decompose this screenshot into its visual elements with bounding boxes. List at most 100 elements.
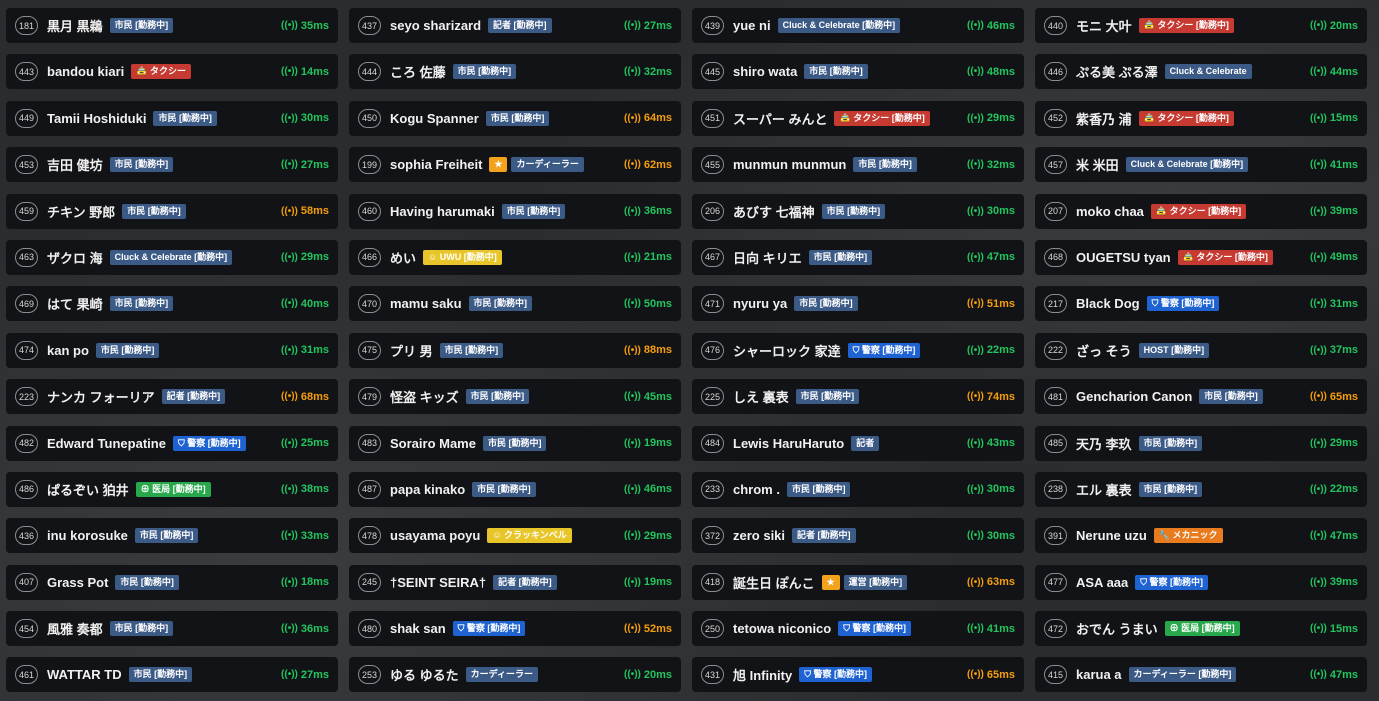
player-card[interactable]: 474 kan po 市民 [勤務中] ((•)) 31ms: [6, 332, 338, 368]
player-card[interactable]: 451 スーパー みんと 🚖 タクシー [勤務中] ((•)) 29ms: [692, 100, 1024, 136]
player-card[interactable]: 418 誕生日 ぽんこ ★ 運営 [勤務中] ((•)) 63ms: [692, 564, 1024, 600]
job-badge: ⊕ 医局 [勤務中]: [135, 481, 211, 497]
player-card[interactable]: 250 tetowa niconico ⛉ 警察 [勤務中] ((•)) 41ms: [692, 611, 1024, 647]
player-card[interactable]: 476 シャーロック 家逹 ⛉ 警察 [勤務中] ((•)) 22ms: [692, 332, 1024, 368]
ping-value: 29ms: [643, 529, 672, 542]
job-badge: 市民 [勤務中]: [439, 342, 504, 358]
player-card[interactable]: 482 Edward Tunepatine ⛉ 警察 [勤務中] ((•)) 25ms: [6, 425, 338, 461]
player-card[interactable]: 472 おでん うまい ⊕ 医局 [勤務中] ((•)) 15ms: [1035, 611, 1367, 647]
job-badges: ⛉ 警察 [勤務中]: [1135, 574, 1209, 590]
ping-indicator: ((•)) 37ms: [1310, 344, 1358, 356]
player-card[interactable]: 415 karua a カーディーラー [勤務中] ((•)) 47ms: [1035, 657, 1367, 693]
player-card[interactable]: 467 日向 キリエ 市民 [勤務中] ((•)) 47ms: [692, 239, 1024, 275]
player-card[interactable]: 480 shak san ⛉ 警察 [勤務中] ((•)) 52ms: [349, 611, 681, 647]
player-card[interactable]: 445 shiro wata 市民 [勤務中] ((•)) 48ms: [692, 54, 1024, 90]
player-name: Grass Pot: [47, 574, 109, 590]
player-card[interactable]: 391 Nerune uzu 🔧 メカニック ((•)) 47ms: [1035, 518, 1367, 554]
player-card[interactable]: 199 sophia Freiheit ★ カーディーラー ((•)) 62ms: [349, 147, 681, 183]
player-card[interactable]: 461 WATTAR TD 市民 [勤務中] ((•)) 27ms: [6, 657, 338, 693]
player-id: 457: [1044, 155, 1067, 175]
player-card[interactable]: 238 エル 裏表 市民 [勤務中] ((•)) 22ms: [1035, 471, 1367, 507]
player-card[interactable]: 217 Black Dog ⛉ 警察 [勤務中] ((•)) 31ms: [1035, 286, 1367, 322]
player-card[interactable]: 483 Sorairo Mame 市民 [勤務中] ((•)) 19ms: [349, 425, 681, 461]
job-badges: ⊕ 医局 [勤務中]: [1164, 621, 1240, 637]
player-name: しえ 裏表: [733, 390, 789, 406]
player-card[interactable]: 459 チキン 野郎 市民 [勤務中] ((•)) 58ms: [6, 193, 338, 229]
player-card[interactable]: 470 mamu saku 市民 [勤務中] ((•)) 50ms: [349, 286, 681, 322]
player-card[interactable]: 479 怪盗 キッズ 市民 [勤務中] ((•)) 45ms: [349, 379, 681, 415]
ping-indicator: ((•)) 58ms: [281, 205, 329, 217]
ping-value: 29ms: [300, 251, 329, 264]
player-card[interactable]: 463 ザクロ 海 Cluck & Celebrate [勤務中] ((•)) 29ms: [6, 239, 338, 275]
player-card[interactable]: 485 天乃 李玖 市民 [勤務中] ((•)) 29ms: [1035, 425, 1367, 461]
player-id: 418: [701, 572, 724, 592]
player-card[interactable]: 431 旭 Infinity ⛉ 警察 [勤務中] ((•)) 65ms: [692, 657, 1024, 693]
ping-value: 44ms: [1329, 65, 1358, 78]
player-card[interactable]: 475 プリ 男市民 [勤務中] ((•)) 88ms: [349, 332, 681, 368]
player-card[interactable]: 253 ゆる ゆるた カーディーラー ((•)) 20ms: [349, 657, 681, 693]
player-card[interactable]: 471 nyuru ya 市民 [勤務中] ((•)) 51ms: [692, 286, 1024, 322]
player-name: kan po: [47, 342, 89, 358]
ping-indicator: ((•)) 47ms: [967, 251, 1015, 263]
job-badge: 記者 [勤務中]: [161, 389, 226, 405]
job-badges: ⛉ 警察 [勤務中]: [1146, 296, 1220, 312]
player-card[interactable]: 436 inu korosuke 市民 [勤務中] ((•)) 33ms: [6, 518, 338, 554]
ping-value: 48ms: [986, 65, 1015, 78]
player-card[interactable]: 245 †SEINT SEIRA† 記者 [勤務中] ((•)) 19ms: [349, 564, 681, 600]
player-card[interactable]: 223 ナンカ フォーリア 記者 [勤務中] ((•)) 68ms: [6, 379, 338, 415]
job-badge: 記者 [勤務中]: [493, 574, 557, 590]
player-card[interactable]: 460 Having harumaki 市民 [勤務中] ((•)) 36ms: [349, 193, 681, 229]
job-badge: 市民 [勤務中]: [122, 203, 186, 219]
player-card[interactable]: 481 Gencharion Canon 市民 [勤務中] ((•)) 65ms: [1035, 379, 1367, 415]
player-card[interactable]: 453 吉田 健坊 市民 [勤務中] ((•)) 27ms: [6, 147, 338, 183]
job-badge: 市民 [勤務中]: [452, 64, 517, 80]
player-card[interactable]: 469 はて 果崎 市民 [勤務中] ((•)) 40ms: [6, 286, 338, 322]
player-card[interactable]: 454 風雅 奏都 市民 [勤務中] ((•)) 36ms: [6, 611, 338, 647]
player-card[interactable]: 457 米 米田 Cluck & Celebrate [勤務中] ((•)) 41ms: [1035, 147, 1367, 183]
player-card[interactable]: 437 seyo sharizard 記者 [勤務中] ((•)) 27ms: [349, 8, 681, 43]
player-card[interactable]: 207 moko chaa 🚖 タクシー [勤務中] ((•)) 39ms: [1035, 193, 1367, 229]
player-id: 372: [701, 526, 724, 546]
job-badges: 記者 [勤務中]: [488, 18, 552, 33]
player-card[interactable]: 206 あびす 七福神 市民 [勤務中] ((•)) 30ms: [692, 193, 1024, 229]
player-card[interactable]: 486 ぱるぞい 狛井 ⊕ 医局 [勤務中] ((•)) 38ms: [6, 471, 338, 507]
player-card[interactable]: 455 munmun munmun 市民 [勤務中] ((•)) 32ms: [692, 147, 1024, 183]
player-id: 437: [358, 16, 381, 35]
player-card[interactable]: 407 Grass Pot 市民 [勤務中] ((•)) 18ms: [6, 564, 338, 600]
ping-indicator: ((•)) 30ms: [967, 530, 1015, 542]
player-card[interactable]: 439 yue ni Cluck & Celebrate [勤務中] ((•)) 46m…: [692, 8, 1024, 43]
player-card[interactable]: 450 Kogu Spanner 市民 [勤務中] ((•)) 64ms: [349, 100, 681, 136]
ping-value: 63ms: [986, 576, 1015, 589]
player-id: 463: [15, 247, 38, 267]
player-card[interactable]: 478 usayama poyu ☺ クラッキンベル ((•)) 29ms: [349, 518, 681, 554]
player-card[interactable]: 233 chrom . 市民 [勤務中] ((•)) 30ms: [692, 471, 1024, 507]
job-badge: 市民 [勤務中]: [501, 203, 566, 219]
job-badge: 🚖 タクシー: [131, 64, 192, 80]
player-card[interactable]: 484 Lewis HaruHaruto 記者 ((•)) 43ms: [692, 425, 1024, 461]
player-card[interactable]: 440 モニ 大叶 🚖 タクシー [勤務中] ((•)) 20ms: [1035, 8, 1367, 43]
player-card[interactable]: 181 黒月 黒鵜 市民 [勤務中] ((•)) 35ms: [6, 8, 338, 43]
job-badges: 市民 [勤務中]: [109, 296, 174, 312]
player-card[interactable]: 222 ざっ そう HOST [勤務中] ((•)) 37ms: [1035, 332, 1367, 368]
player-card[interactable]: 449 Tamii Hoshiduki 市民 [勤務中] ((•)) 30ms: [6, 100, 338, 136]
player-card[interactable]: 444 ころ 佐藤 市民 [勤務中] ((•)) 32ms: [349, 54, 681, 90]
signal-icon: ((•)): [967, 112, 984, 124]
player-card[interactable]: 487 papa kinako 市民 [勤務中] ((•)) 46ms: [349, 471, 681, 507]
signal-icon: ((•)): [967, 669, 984, 681]
job-badges: 市民 [勤務中]: [472, 481, 536, 497]
player-id: 206: [701, 201, 724, 221]
player-card[interactable]: 446 ぷる美 ぷる澤 Cluck & Celebrate ((•)) 44ms: [1035, 54, 1367, 90]
player-card[interactable]: 372 zero siki 記者 [勤務中] ((•)) 30ms: [692, 518, 1024, 554]
player-card[interactable]: 466 めい ☺ UWU [勤務中] ((•)) 21ms: [349, 239, 681, 275]
player-name: moko chaa: [1076, 203, 1144, 219]
player-card[interactable]: 225 しえ 裏表 市民 [勤務中] ((•)) 74ms: [692, 379, 1024, 415]
player-card[interactable]: 452 紫香乃 浦 🚖 タクシー [勤務中] ((•)) 15ms: [1035, 100, 1367, 136]
player-card[interactable]: 468 OUGETSU tyan 🚖 タクシー [勤務中] ((•)) 49ms: [1035, 239, 1367, 275]
player-card[interactable]: 443 bandou kiari 🚖 タクシー ((•)) 14ms: [6, 54, 338, 90]
signal-icon: ((•)): [624, 669, 641, 681]
job-badge: Cluck & Celebrate [勤務中]: [1125, 157, 1249, 173]
job-badges: 市民 [勤務中]: [115, 574, 179, 590]
ping-indicator: ((•)) 46ms: [967, 20, 1015, 32]
player-id: 475: [358, 340, 381, 360]
player-card[interactable]: 477 ASA aaa ⛉ 警察 [勤務中] ((•)) 39ms: [1035, 564, 1367, 600]
